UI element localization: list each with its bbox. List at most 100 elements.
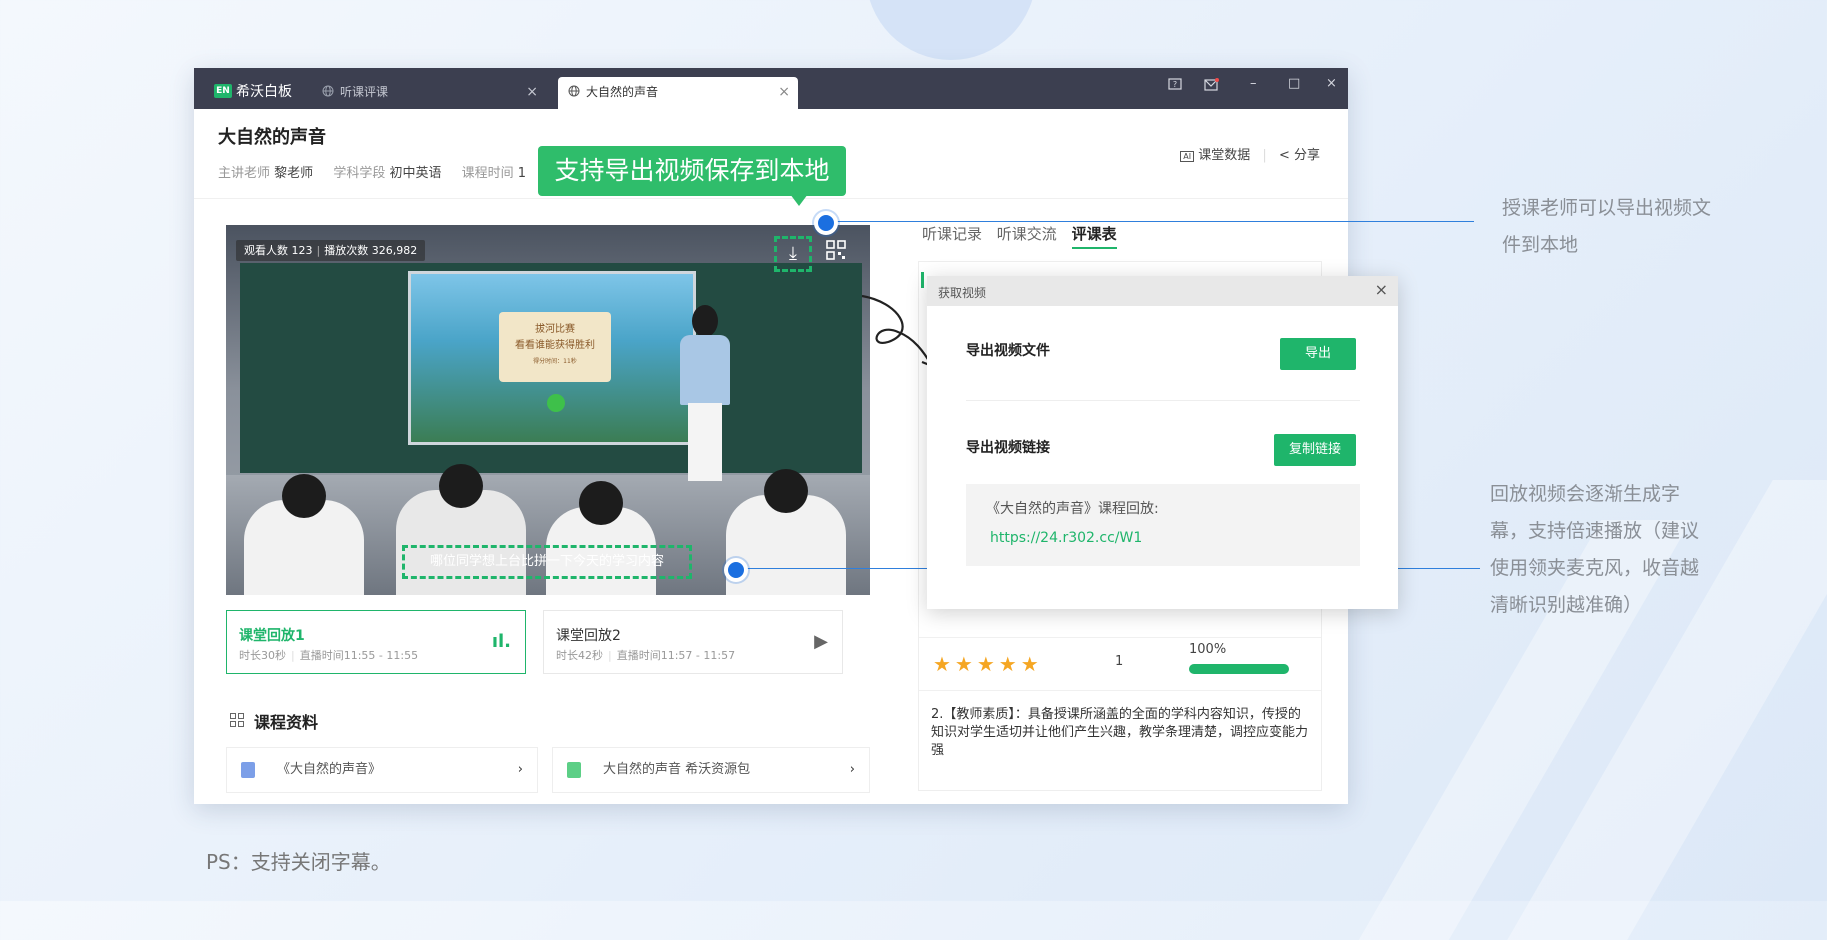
- document-icon: [241, 762, 255, 778]
- marker-dot: [724, 558, 748, 582]
- get-video-dialog: 获取视频 × 导出视频文件 导出 导出视频链接 复制链接 《大自然的声音》课程回…: [927, 276, 1398, 609]
- video-player[interactable]: 拔河比赛 看看谁能获得胜利 得分时间：11秒 观看人数 123 | 播放次数 326…: [226, 225, 870, 595]
- dialog-header: 获取视频 ×: [927, 276, 1398, 306]
- grid-icon: [230, 713, 244, 727]
- annotation-line-text: 幕，支持倍速播放（建议: [1490, 520, 1700, 542]
- lesson-name: 课堂回放2: [556, 628, 621, 644]
- annotation-line-text: 清晰识别越准确）: [1490, 594, 1643, 616]
- material-label: 《大自然的声音》: [277, 762, 382, 777]
- course-meta: 主讲老师 黎老师 学科学段 初中英语 课程时间 1: [218, 162, 542, 181]
- annotation-line-text: 回放视频会逐渐生成字: [1490, 483, 1681, 505]
- lesson-name: 课堂回放1: [239, 628, 305, 644]
- ps-note: PS：支持关闭字幕。: [206, 850, 391, 874]
- teacher-label: 主讲老师: [218, 166, 271, 181]
- student-figure: [726, 469, 846, 595]
- teacher-name: 黎老师: [274, 166, 314, 181]
- material-item[interactable]: 《大自然的声音》 ›: [226, 747, 538, 793]
- score-row: ★★★★★ 1 100%: [919, 637, 1321, 691]
- whiteboard-screen: 拔河比赛 看看谁能获得胜利 得分时间：11秒: [408, 271, 696, 445]
- student-figure: [396, 464, 526, 595]
- app-logo: EN: [214, 84, 232, 98]
- tab-listen-record[interactable]: 听课记录: [922, 225, 982, 243]
- material-item[interactable]: 大自然的声音 希沃资源包 ›: [552, 747, 870, 793]
- section-marker: [921, 272, 924, 288]
- globe-icon: [322, 85, 334, 97]
- divider: |: [1262, 148, 1267, 163]
- divider: [966, 400, 1360, 401]
- lesson-live-time: 直播时间11:57 - 11:57: [616, 649, 736, 662]
- qr-code-icon[interactable]: [826, 240, 846, 260]
- title-bar: EN 希沃白板 听课评课 × 大自然的声音 × ? – □ ×: [194, 68, 1348, 109]
- mail-icon[interactable]: [1204, 78, 1219, 92]
- score-percent: 100%: [1189, 642, 1227, 657]
- maximize-button[interactable]: □: [1288, 76, 1300, 91]
- playing-icon: ıl.: [491, 631, 511, 652]
- score-progress-fill: [1189, 664, 1289, 674]
- blackboard: 拔河比赛 看看谁能获得胜利 得分时间：11秒: [240, 263, 862, 473]
- material-label: 大自然的声音 希沃资源包: [603, 762, 751, 777]
- criterion-text: 2.【教师素质】：具备授课所涵盖的全面的学科内容知识，传授的知识对学生适切并让他…: [931, 707, 1309, 758]
- tab-course[interactable]: 大自然的声音 ×: [558, 77, 798, 109]
- globe-icon: [568, 85, 580, 97]
- class-data-link[interactable]: 课堂数据: [1198, 148, 1250, 163]
- export-callout: 支持导出视频保存到本地: [538, 146, 846, 206]
- divider: [194, 198, 1348, 199]
- background-circle: [866, 0, 1036, 60]
- header-actions: AI 课堂数据 | < 分享: [1180, 144, 1320, 163]
- right-tabs: 听课记录 听课交流 评课表: [922, 223, 1127, 249]
- svg-text:?: ?: [1173, 80, 1177, 89]
- screen-card-subtitle: 看看谁能获得胜利: [515, 340, 595, 351]
- play-icon: [547, 394, 565, 412]
- tab-label: 大自然的声音: [586, 85, 659, 99]
- score-count: 1: [1115, 654, 1124, 669]
- share-link[interactable]: 分享: [1294, 148, 1320, 163]
- link-description: 《大自然的声音》课程回放:: [986, 501, 1159, 517]
- tab-evaluation-form[interactable]: 评课表: [1071, 225, 1117, 249]
- close-button[interactable]: ×: [1326, 76, 1337, 91]
- screen-card: 拔河比赛 看看谁能获得胜利 得分时间：11秒: [499, 312, 611, 382]
- tab-listen-review[interactable]: 听课评课 ×: [312, 77, 546, 109]
- play-icon[interactable]: ▶: [814, 631, 828, 652]
- app-name: 希沃白板: [236, 84, 292, 100]
- tab-listen-exchange[interactable]: 听课交流: [997, 225, 1057, 243]
- lesson-item[interactable]: 课堂回放2 时长42秒 | 直播时间11:57 - 11:57 ▶: [543, 610, 843, 674]
- ai-icon: AI: [1180, 151, 1195, 162]
- file-icon: [567, 762, 581, 778]
- playback-link[interactable]: https://24.r302.cc/W1: [990, 530, 1142, 546]
- lesson-live-time: 直播时间11:55 - 11:55: [299, 649, 419, 662]
- time-value: 1: [517, 166, 527, 181]
- student-figure: [244, 474, 364, 595]
- close-icon[interactable]: ×: [778, 77, 790, 107]
- viewer-count: 观看人数 123: [244, 244, 313, 257]
- lesson-detail: 时长42秒 | 直播时间11:57 - 11:57: [556, 649, 736, 662]
- video-subtitle: 哪位同学想上台比拼一下今天的学习内容: [402, 545, 692, 579]
- lesson-duration: 时长42秒: [556, 649, 603, 662]
- feedback-icon[interactable]: ?: [1168, 78, 1182, 92]
- export-file-label: 导出视频文件: [966, 343, 1050, 359]
- chevron-right-icon: ›: [849, 762, 855, 777]
- annotation-line-text: 授课老师可以导出视频文: [1502, 197, 1712, 219]
- play-count: 播放次数 326,982: [324, 244, 418, 257]
- minimize-button[interactable]: –: [1250, 76, 1257, 91]
- annotation-line-text: 件到本地: [1502, 234, 1579, 256]
- time-label: 课程时间: [461, 166, 514, 181]
- chevron-right-icon: ›: [517, 762, 523, 777]
- lesson-item[interactable]: 课堂回放1 时长30秒 | 直播时间11:55 - 11:55 ıl.: [226, 610, 526, 674]
- close-icon[interactable]: ×: [526, 77, 538, 107]
- teacher-figure: [672, 305, 738, 481]
- subject-label: 学科学段: [333, 166, 386, 181]
- copy-link-button[interactable]: 复制链接: [1274, 434, 1356, 466]
- page-title: 大自然的声音: [218, 127, 326, 148]
- close-icon[interactable]: ×: [1375, 280, 1388, 299]
- annotation-export: 授课老师可以导出视频文 件到本地: [1502, 190, 1711, 264]
- share-icon: <: [1278, 148, 1290, 163]
- export-link-label: 导出视频链接: [966, 440, 1050, 456]
- lesson-duration: 时长30秒: [239, 649, 286, 662]
- export-button[interactable]: 导出: [1280, 338, 1356, 370]
- download-icon[interactable]: ⤓: [774, 236, 812, 272]
- star-rating: ★★★★★: [933, 652, 1043, 676]
- marker-dot: [814, 211, 838, 235]
- subject-value: 初中英语: [389, 166, 442, 181]
- lesson-detail: 时长30秒 | 直播时间11:55 - 11:55: [239, 649, 419, 662]
- annotation-line: [834, 221, 1474, 222]
